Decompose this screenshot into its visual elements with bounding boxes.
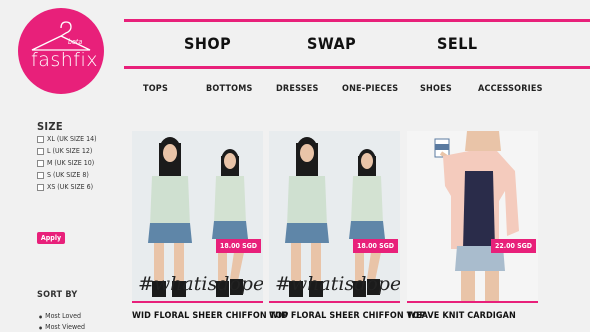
apply-button[interactable]: Apply — [37, 232, 65, 244]
product-divider — [269, 301, 400, 303]
product-card[interactable]: #whatisdope 18.00 SGD WID FLORAL SHEER C… — [269, 131, 425, 331]
product-divider — [132, 301, 263, 303]
price-badge: 22.00 SGD — [490, 239, 536, 253]
checkbox[interactable] — [37, 171, 44, 179]
size-filter: SIZE XL (UK SIZE 14) L (UK SIZE 12) M (U… — [37, 120, 97, 191]
price-badge: 18.00 SGD — [215, 239, 261, 253]
size-option-xl[interactable]: XL (UK SIZE 14) — [37, 135, 97, 143]
sort-most-loved[interactable]: Most Loved — [39, 312, 81, 320]
size-filter-title: SIZE — [37, 120, 63, 133]
photo-watermark: #whatisdope — [138, 273, 263, 295]
logo-beta: beta — [68, 38, 83, 46]
category-shoes[interactable]: SHOES — [420, 84, 452, 94]
checkbox[interactable] — [37, 135, 44, 143]
product-image[interactable]: #whatisdope 18.00 SGD — [132, 131, 263, 301]
main-nav-shop[interactable]: SHOP — [184, 34, 231, 53]
size-option-xs[interactable]: XS (UK SIZE 6) — [37, 183, 93, 191]
price-badge: 18.00 SGD — [352, 239, 398, 253]
checkbox[interactable] — [37, 147, 44, 155]
size-option-m[interactable]: M (UK SIZE 10) — [37, 159, 94, 167]
logo-text: fashfix — [31, 49, 98, 71]
brand-logo[interactable]: beta fashfix — [18, 8, 104, 94]
checkbox[interactable] — [37, 183, 44, 191]
header-rule-bottom — [124, 66, 590, 69]
product-name[interactable]: WEAVE KNIT CARDIGAN — [407, 311, 516, 321]
product-image[interactable]: #whatisdope 18.00 SGD — [269, 131, 400, 301]
checkbox[interactable] — [37, 159, 44, 167]
product-name[interactable]: WID FLORAL SHEER CHIFFON TOP — [269, 311, 425, 321]
size-option-s[interactable]: S (UK SIZE 8) — [37, 171, 89, 179]
product-divider — [407, 301, 538, 303]
product-card[interactable]: #whatisdope 18.00 SGD WID FLORAL SHEER C… — [132, 131, 288, 331]
main-nav-sell[interactable]: SELL — [437, 34, 478, 53]
sort-most-viewed[interactable]: Most Viewed — [39, 323, 85, 331]
category-tops[interactable]: TOPS — [143, 84, 168, 94]
photo-watermark: #whatisdope — [275, 273, 400, 295]
size-option-l[interactable]: L (UK SIZE 12) — [37, 147, 92, 155]
category-accessories[interactable]: ACCESSORIES — [478, 84, 543, 94]
category-bottoms[interactable]: BOTTOMS — [206, 84, 252, 94]
product-image[interactable]: 22.00 SGD — [407, 131, 538, 301]
main-nav-swap[interactable]: SWAP — [307, 34, 356, 53]
category-one-pieces[interactable]: ONE-PIECES — [342, 84, 398, 94]
category-dresses[interactable]: DRESSES — [276, 84, 319, 94]
product-name[interactable]: WID FLORAL SHEER CHIFFON TOP — [132, 311, 288, 321]
sort-title: SORT BY — [37, 290, 78, 300]
model-photo — [434, 131, 519, 301]
product-card[interactable]: 22.00 SGD WEAVE KNIT CARDIGAN — [407, 131, 538, 331]
main-nav: SHOP SWAP SELL — [124, 34, 590, 58]
header-rule-top — [124, 19, 590, 22]
